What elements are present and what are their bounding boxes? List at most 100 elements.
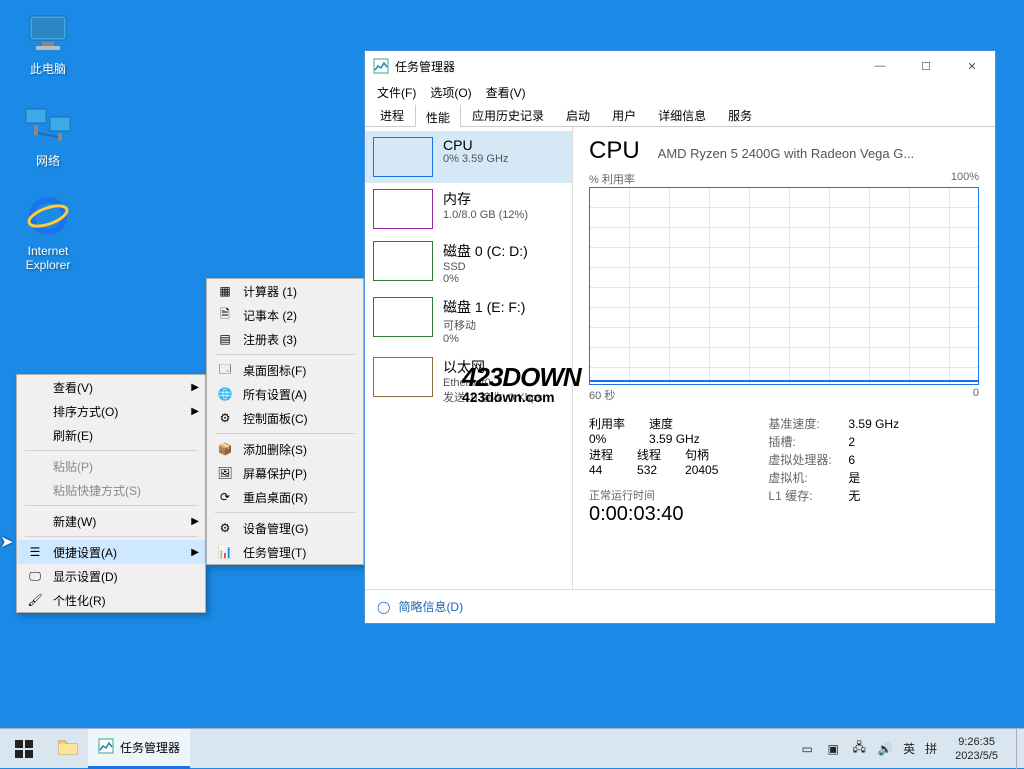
ctx-label: 设备管理(G) bbox=[243, 520, 308, 537]
system-tray: ▭ ▣ 🖧 🔊 英 拼 9:26:35 2023/5/5 bbox=[799, 729, 1024, 769]
quick-settings-submenu[interactable]: ▦计算器 (1) 🗎记事本 (2) ▤ 注册表 (3) 🗔桌面图标(F) 🌐所有设… bbox=[206, 278, 364, 565]
taskbar-file-explorer[interactable] bbox=[48, 729, 88, 769]
sub-add-remove[interactable]: 📦添加删除(S) bbox=[207, 437, 363, 461]
perf-sub: 1.0/8.0 GB (12%) bbox=[443, 209, 528, 221]
ctx-label: 排序方式(O) bbox=[53, 403, 118, 420]
sub-control-panel[interactable]: ⚙控制面板(C) bbox=[207, 406, 363, 430]
sub-notepad[interactable]: 🗎记事本 (2) bbox=[207, 303, 363, 327]
tray-network-icon[interactable]: 🖧 bbox=[851, 741, 867, 757]
separator bbox=[215, 433, 355, 434]
stat-value: 20405 bbox=[685, 463, 718, 477]
perf-sub: 0% bbox=[443, 333, 525, 345]
stat-value: 3.59 GHz bbox=[649, 432, 700, 446]
tab-performance[interactable]: 性能 bbox=[415, 104, 461, 127]
tray-volume-icon[interactable]: 🔊 bbox=[877, 741, 893, 757]
ctx-quick-settings[interactable]: ☰便捷设置(A)▶ bbox=[17, 540, 205, 564]
tab-app-history[interactable]: 应用历史记录 bbox=[461, 103, 555, 126]
tab-users[interactable]: 用户 bbox=[601, 103, 647, 126]
monitor-icon: 🖵 bbox=[25, 568, 45, 584]
info-key: 虚拟处理器: bbox=[768, 451, 840, 469]
stat-label: 句柄 bbox=[685, 446, 718, 463]
ime-indicator[interactable]: 英 bbox=[903, 740, 915, 757]
sub-all-settings[interactable]: 🌐所有设置(A) bbox=[207, 382, 363, 406]
clock-date: 2023/5/5 bbox=[955, 749, 998, 763]
detail-cpu-label: CPU bbox=[589, 137, 640, 165]
detail-cpu-name: AMD Ryzen 5 2400G with Radeon Vega G... bbox=[658, 146, 979, 161]
sub-restart-desktop[interactable]: ⟳重启桌面(R) bbox=[207, 485, 363, 509]
desktop-icon-this-pc[interactable]: 此电脑 bbox=[10, 8, 86, 77]
ctx-label: 添加删除(S) bbox=[243, 441, 307, 458]
ctx-personalize[interactable]: 🖌个性化(R) bbox=[17, 588, 205, 612]
ctx-label: 便捷设置(A) bbox=[53, 544, 117, 561]
maximize-button[interactable]: ☐ bbox=[903, 51, 949, 81]
minimize-button[interactable]: — bbox=[857, 51, 903, 81]
stat-value: 0% bbox=[589, 432, 625, 446]
tray-action-center-icon[interactable]: ▣ bbox=[825, 741, 841, 757]
perf-nav: CPU0% 3.59 GHz 内存1.0/8.0 GB (12%) 磁盘 0 (… bbox=[365, 127, 573, 589]
ctx-label: 记事本 (2) bbox=[243, 307, 297, 324]
start-button[interactable] bbox=[0, 729, 48, 769]
collapse-icon[interactable]: ◯ bbox=[377, 600, 390, 614]
ctx-label: 粘贴快捷方式(S) bbox=[53, 482, 141, 499]
desktop-icon-network[interactable]: 网络 bbox=[10, 100, 86, 169]
globe-icon: 🌐 bbox=[215, 386, 235, 402]
info-key: 虚拟机: bbox=[768, 469, 840, 487]
perf-sub: SSD bbox=[443, 261, 528, 273]
uptime-value: 0:00:03:40 bbox=[589, 503, 718, 526]
screensaver-icon: 🖼 bbox=[215, 465, 235, 481]
ctx-display-settings[interactable]: 🖵 显示设置(D) bbox=[17, 564, 205, 588]
registry-icon: ▤ bbox=[215, 331, 235, 347]
show-desktop-button[interactable] bbox=[1016, 729, 1022, 769]
sub-task-manager[interactable]: 📊任务管理(T) bbox=[207, 540, 363, 564]
sub-desktop-icons[interactable]: 🗔桌面图标(F) bbox=[207, 358, 363, 382]
desktop-context-menu[interactable]: 查看(V)▶ 排序方式(O)▶ 刷新(E) 粘贴(P) 粘贴快捷方式(S) 新建… bbox=[16, 374, 206, 613]
ctx-refresh[interactable]: 刷新(E) bbox=[17, 423, 205, 447]
ctx-sort[interactable]: 排序方式(O)▶ bbox=[17, 399, 205, 423]
tab-startup[interactable]: 启动 bbox=[555, 103, 601, 126]
perf-item-disk1[interactable]: 磁盘 1 (E: F:)可移动0% bbox=[365, 291, 572, 351]
disk-thumbnail bbox=[373, 297, 433, 337]
perf-item-disk0[interactable]: 磁盘 0 (C: D:)SSD0% bbox=[365, 235, 572, 291]
ctx-new[interactable]: 新建(W)▶ bbox=[17, 509, 205, 533]
sub-regedit[interactable]: ▤ 注册表 (3) bbox=[207, 327, 363, 351]
menu-view[interactable]: 查看(V) bbox=[482, 84, 530, 101]
cpu-graph-line bbox=[590, 380, 978, 382]
taskbar-clock[interactable]: 9:26:35 2023/5/5 bbox=[947, 735, 1006, 763]
info-val: 3.59 GHz bbox=[848, 415, 899, 433]
titlebar[interactable]: 任务管理器 — ☐ ✕ bbox=[365, 51, 995, 81]
taskbar-task-manager[interactable]: 任务管理器 bbox=[88, 729, 190, 769]
desktop-icon-label: Internet Explorer bbox=[10, 244, 86, 272]
perf-item-ethernet[interactable]: 以太网Ethernet0发送: 0 接收: 0 Kbps bbox=[365, 351, 572, 411]
ctx-view[interactable]: 查看(V)▶ bbox=[17, 375, 205, 399]
chevron-right-icon: ▶ bbox=[191, 516, 199, 527]
info-val: 2 bbox=[848, 433, 855, 451]
perf-item-cpu[interactable]: CPU0% 3.59 GHz bbox=[365, 131, 572, 183]
ctx-label: 注册表 (3) bbox=[243, 331, 297, 348]
menubar: 文件(F) 选项(O) 查看(V) bbox=[365, 81, 995, 103]
perf-item-memory[interactable]: 内存1.0/8.0 GB (12%) bbox=[365, 183, 572, 235]
chevron-right-icon: ▶ bbox=[191, 382, 199, 393]
tab-processes[interactable]: 进程 bbox=[369, 103, 415, 126]
desktop-icon-ie[interactable]: Internet Explorer bbox=[10, 192, 86, 272]
memory-thumbnail bbox=[373, 189, 433, 229]
perf-sub: 0% bbox=[443, 273, 528, 285]
menu-options[interactable]: 选项(O) bbox=[426, 84, 475, 101]
tab-details[interactable]: 详细信息 bbox=[647, 103, 717, 126]
info-key: 插槽: bbox=[768, 433, 840, 451]
util-max: 100% bbox=[951, 171, 979, 187]
sub-screensaver[interactable]: 🖼屏幕保护(P) bbox=[207, 461, 363, 485]
tab-services[interactable]: 服务 bbox=[717, 103, 763, 126]
sub-device-manager[interactable]: ⚙设备管理(G) bbox=[207, 516, 363, 540]
perf-sub: Ethernet0 bbox=[443, 377, 543, 389]
cpu-graph bbox=[589, 187, 979, 385]
perf-detail: CPU AMD Ryzen 5 2400G with Radeon Vega G… bbox=[573, 127, 995, 589]
sub-calculator[interactable]: ▦计算器 (1) bbox=[207, 279, 363, 303]
ctx-label: 显示设置(D) bbox=[53, 568, 118, 585]
taskmgr-icon: 📊 bbox=[215, 544, 235, 560]
perf-title: 以太网 bbox=[443, 357, 543, 377]
menu-file[interactable]: 文件(F) bbox=[373, 84, 420, 101]
close-button[interactable]: ✕ bbox=[949, 51, 995, 81]
fewer-details-link[interactable]: 简略信息(D) bbox=[398, 598, 463, 615]
ime-mode[interactable]: 拼 bbox=[925, 740, 937, 757]
tray-chevron-up-icon[interactable]: ▭ bbox=[799, 741, 815, 757]
